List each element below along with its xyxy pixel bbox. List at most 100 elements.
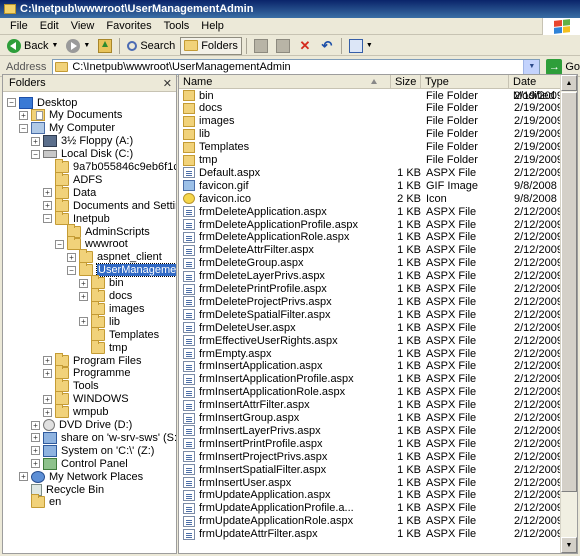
expand-icon[interactable]: + [79,317,88,327]
menu-view[interactable]: View [65,20,101,32]
file-row[interactable]: frmUpdateApplicationRole.aspx 1 KB ASPX Fi… [179,515,577,528]
folder-tree-item[interactable]: + System on 'C:\' (Z:) [31,444,154,457]
file-row[interactable]: frmDeleteAttrFilter.aspx 1 KB ASPX File 2/1… [179,244,577,257]
folder-tree-item[interactable]: + bin [79,275,124,290]
expand-icon[interactable]: + [43,394,52,404]
expand-icon[interactable]: + [19,110,28,120]
close-icon[interactable]: ✕ [163,77,172,90]
file-row[interactable]: frmInsertApplicationRole.aspx 1 KB ASPX Fi… [179,386,577,399]
file-row[interactable]: frmUpdateAttrFilter.aspx 1 KB ASPX File 2/1… [179,528,577,541]
folder-tree-item[interactable]: + Control Panel [31,457,128,470]
menu-tools[interactable]: Tools [158,20,196,32]
up-button[interactable] [95,37,115,55]
vertical-scrollbar[interactable]: ▲ ▼ [560,75,577,553]
file-row[interactable]: frmInsertLayerPrivs.aspx 1 KB ASPX File 2/1… [179,424,577,437]
file-row[interactable]: frmDeleteApplicationRole.aspx 1 KB ASPX Fi… [179,231,577,244]
expand-icon[interactable]: + [31,446,40,456]
file-row[interactable]: frmInsertPrintProfile.aspx 1 KB ASPX File 2… [179,437,577,450]
address-input[interactable]: C:\Inetpub\wwwroot\UserManagementAdmin ▼ [52,58,541,75]
file-row[interactable]: frmUpdateApplication.aspx 1 KB ASPX File 2/… [179,489,577,502]
expand-icon[interactable]: + [31,420,40,430]
file-row[interactable]: frmInsertAttrFilter.aspx 1 KB ASPX File 2/1… [179,399,577,412]
folder-tree-item[interactable]: ADFS [43,171,102,186]
file-row[interactable]: frmDeleteApplicationProfile.aspx 1 KB ASPX… [179,218,577,231]
back-button[interactable]: Back ▼ [4,37,61,55]
file-row[interactable]: frmDeleteUser.aspx 1 KB ASPX File 2/12/2009… [179,321,577,334]
expand-icon[interactable]: + [79,291,88,301]
scroll-up-button[interactable]: ▲ [561,75,577,91]
file-row[interactable]: frmUpdateApplicationProfile.a... 1 KB ASPX… [179,502,577,515]
folders-button[interactable]: Folders [180,36,242,55]
file-row[interactable]: frmInsertApplication.aspx 1 KB ASPX File 2/… [179,360,577,373]
folder-tree-item[interactable]: − Local Disk (C:) [31,148,133,161]
collapse-icon[interactable]: − [31,149,40,159]
expand-icon[interactable]: + [67,252,76,262]
folder-tree-item[interactable]: images [79,300,144,315]
move-to-button[interactable] [251,37,271,55]
forward-button[interactable]: ▼ [63,37,93,55]
folder-tree-item[interactable]: − Desktop [7,96,77,109]
collapse-icon[interactable]: − [55,239,64,249]
menu-help[interactable]: Help [195,20,230,32]
copy-to-button[interactable] [273,37,293,55]
folder-tree-item[interactable]: + share on 'w-srv-sws' (S:) [31,431,176,444]
expand-icon[interactable]: + [19,472,28,482]
expand-icon[interactable]: + [31,136,40,146]
folder-tree-item[interactable]: + My Documents [19,109,122,122]
file-row[interactable]: tmpFile Folder2/19/2009 11:44 AM [179,154,577,167]
menu-edit[interactable]: Edit [34,20,65,32]
file-row[interactable]: favicon.gif1 KBGIF Image9/8/2008 10:55 A… [179,179,577,192]
address-dropdown-button[interactable]: ▼ [523,59,540,74]
folder-tree-item[interactable]: + DVD Drive (D:) [31,419,132,432]
file-row[interactable]: Default.aspx1 KBASPX File2/12/2009 11:45… [179,166,577,179]
file-row[interactable]: frmDeleteGroup.aspx 1 KB ASPX File 2/12/200… [179,257,577,270]
file-row[interactable]: frmDeleteApplication.aspx 1 KB ASPX File 2/… [179,205,577,218]
expand-icon[interactable]: + [43,188,52,198]
folder-tree-item[interactable]: + wmpub [43,404,108,419]
folder-tree-item[interactable]: + lib [79,313,120,328]
folder-tree-item[interactable]: − Inetpub [43,210,110,225]
collapse-icon[interactable]: − [67,265,76,275]
column-header-size[interactable]: Size [391,75,421,89]
column-header-type[interactable]: Type [421,75,509,89]
file-row[interactable]: frmInsertGroup.aspx 1 KB ASPX File 2/12/200… [179,412,577,425]
file-row[interactable]: TemplatesFile Folder2/19/2009 11:44 AM [179,141,577,154]
folder-tree-item[interactable]: Tools [43,378,99,393]
file-row[interactable]: frmEmpty.aspx1 KBASPX File2/12/2009 11:4… [179,347,577,360]
file-row[interactable]: binFile Folder2/19/2009 11:44 AM [179,89,577,102]
folder-tree-item[interactable]: − UserManagementAdmin [67,262,176,278]
file-row[interactable]: frmInsertSpatialFilter.aspx 1 KB ASPX File… [179,463,577,476]
expand-icon[interactable]: + [31,459,40,469]
collapse-icon[interactable]: − [7,98,16,107]
expand-icon[interactable]: + [43,368,52,378]
file-row[interactable]: imagesFile Folder2/19/2009 11:44 AM [179,115,577,128]
folder-tree-item[interactable]: tmp [79,339,127,354]
views-button[interactable]: ▼ [346,37,376,55]
title-bar[interactable]: C:\Inetpub\wwwroot\UserManagementAdmin [0,0,580,18]
file-row[interactable]: frmInsertProjectPrivs.aspx 1 KB ASPX File 2… [179,450,577,463]
folder-tree-item[interactable]: − wwwroot [55,236,128,251]
file-row[interactable]: frmDeleteSpatialFilter.aspx 1 KB ASPX File… [179,308,577,321]
file-row[interactable]: frmDeletePrintProfile.aspx 1 KB ASPX File 2… [179,283,577,296]
go-button[interactable]: → Go [546,58,580,75]
expand-icon[interactable]: + [79,278,88,288]
expand-icon[interactable]: + [43,356,52,365]
folder-tree-item[interactable]: − My Computer [19,122,115,135]
folder-tree-item[interactable]: + Data [43,184,96,199]
folder-tree-item[interactable]: en [19,494,61,509]
folder-tree-item[interactable]: +3½ Floppy (A:) [31,135,133,148]
folder-tree-item[interactable]: + My Network Places [19,470,143,483]
menu-favorites[interactable]: Favorites [100,20,157,32]
file-row[interactable]: frmEffectiveUserRights.aspx 1 KB ASPX File… [179,334,577,347]
scroll-down-button[interactable]: ▼ [561,537,577,553]
scrollbar-thumb[interactable] [561,92,577,492]
undo-button[interactable]: ↶ [317,37,337,55]
file-row[interactable]: frmInsertApplicationProfile.aspx 1 KB ASPX… [179,373,577,386]
delete-button[interactable]: ✕ [295,37,315,55]
file-row[interactable]: frmDeleteProjectPrivs.aspx 1 KB ASPX File 2… [179,295,577,308]
file-row[interactable]: frmDeleteLayerPrivs.aspx 1 KB ASPX File 2/1… [179,270,577,283]
column-header-name[interactable]: Name [179,75,391,89]
file-row[interactable]: docsFile Folder2/19/2009 11:44 AM [179,102,577,115]
file-row[interactable]: frmInsertUser.aspx 1 KB ASPX File 2/12/2009… [179,476,577,489]
expand-icon[interactable]: + [31,433,40,443]
